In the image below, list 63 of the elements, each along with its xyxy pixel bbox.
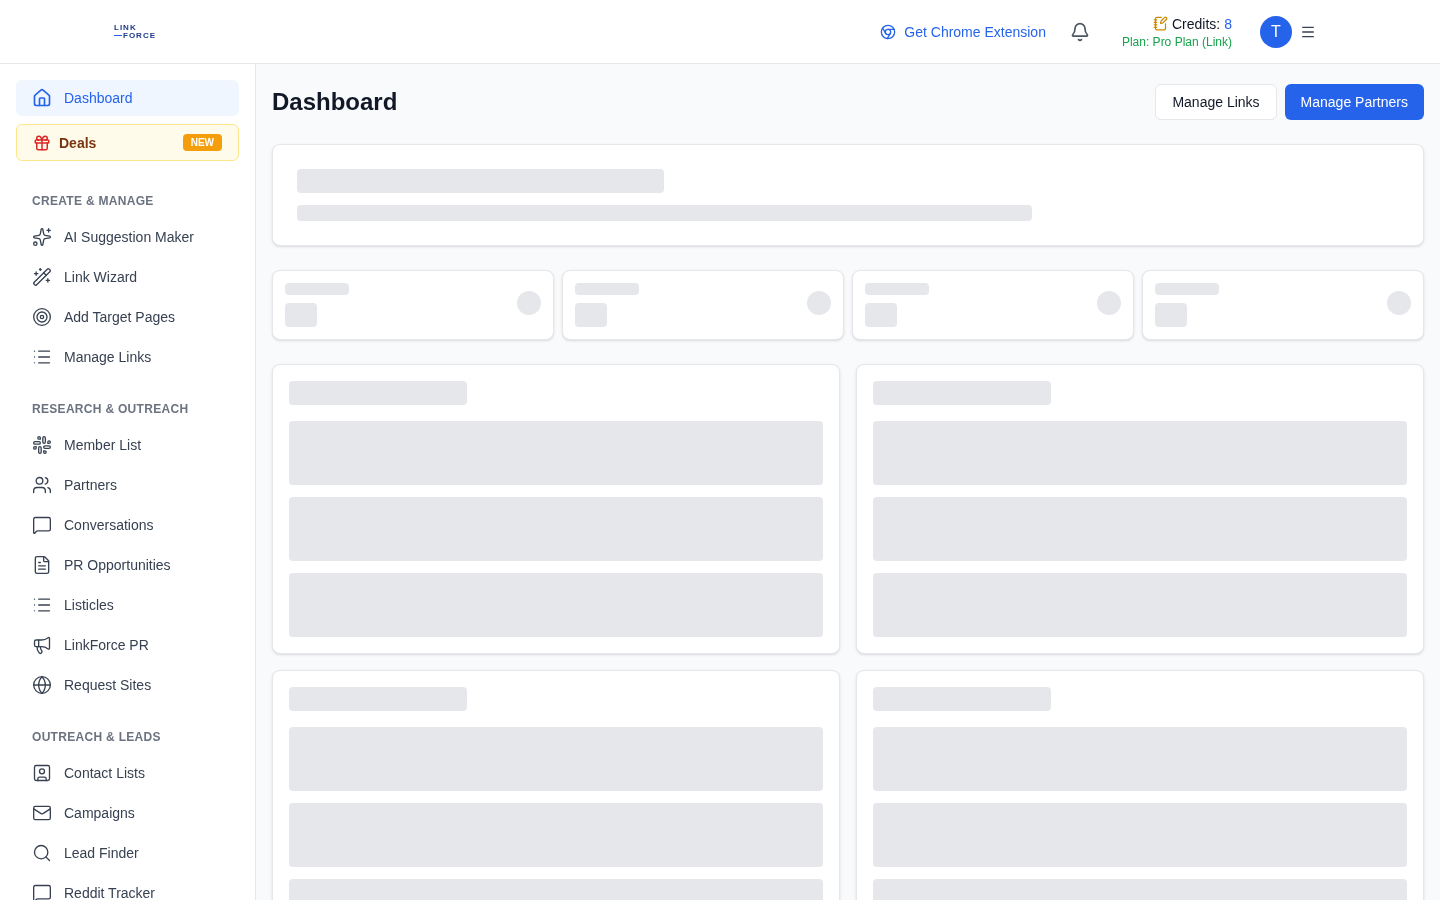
sparkles-icon <box>32 227 52 247</box>
loading-placeholder <box>865 303 897 327</box>
document-icon <box>32 555 52 575</box>
mail-icon <box>32 803 52 823</box>
loading-placeholder <box>285 303 317 327</box>
deals-label: Deals <box>59 133 97 153</box>
section-heading: OUTREACH & LEADS <box>31 729 162 745</box>
sidebar-item[interactable]: Manage Links <box>16 337 239 377</box>
magic-wand-icon <box>32 267 52 287</box>
page-title: Dashboard <box>272 87 398 117</box>
search-icon <box>32 843 52 863</box>
section-heading: RESEARCH & OUTREACH <box>31 401 190 417</box>
loading-placeholder <box>575 303 607 327</box>
megaphone-icon <box>32 635 52 655</box>
loading-placeholder <box>285 283 349 295</box>
chat-bubble-icon <box>32 515 52 535</box>
grid-dots-icon <box>32 435 52 455</box>
loading-placeholder <box>575 283 639 295</box>
logo-text: FORCE <box>123 31 156 40</box>
sidebar-item[interactable]: Campaigns <box>16 793 239 833</box>
home-icon <box>32 88 52 108</box>
notification-bell-icon[interactable] <box>1069 21 1090 42</box>
chat-bubble-icon <box>32 883 52 900</box>
user-avatar[interactable]: T <box>1260 15 1292 48</box>
new-badge: NEW <box>182 134 222 151</box>
credits-value: 8 <box>1224 14 1232 34</box>
chrome-icon <box>880 23 897 40</box>
sidebar-item[interactable]: Dashboard <box>16 80 239 116</box>
sidebar-item[interactable]: PR Opportunities <box>16 545 239 585</box>
deals-item[interactable]: Deals NEW <box>16 124 239 161</box>
sidebar-item[interactable]: Link Wizard <box>16 257 239 297</box>
plan-label: Plan: Pro Plan (Link) <box>1121 33 1232 50</box>
loading-placeholder <box>1155 283 1219 295</box>
sidebar-item[interactable]: Lead Finder <box>16 833 239 873</box>
sidebar-item[interactable]: Add Target Pages <box>16 297 239 337</box>
sidebar-item[interactable]: LinkForce PR <box>16 625 239 665</box>
target-icon <box>32 307 52 327</box>
users-icon <box>32 475 52 495</box>
loading-placeholder <box>1155 303 1187 327</box>
loading-placeholder <box>1387 291 1411 315</box>
sidebar-item[interactable]: Reddit Tracker <box>16 873 239 900</box>
sidebar-item[interactable]: AI Suggestion Maker <box>16 217 239 257</box>
secondary-button[interactable]: Manage Links <box>1155 84 1277 120</box>
contact-book-icon <box>32 763 52 783</box>
section-heading: CREATE & MANAGE <box>31 193 155 209</box>
sidebar-item[interactable]: Conversations <box>16 505 239 545</box>
sidebar-item[interactable]: Member List <box>16 425 239 465</box>
sidebar-item[interactable]: Contact Lists <box>16 753 239 793</box>
sidebar-item[interactable]: Request Sites <box>16 665 239 705</box>
notepad-icon <box>1152 16 1168 31</box>
logo[interactable]: LINK FORCE <box>114 23 156 40</box>
logo-text: LINK <box>114 23 138 32</box>
loading-placeholder <box>807 291 831 315</box>
gift-icon <box>33 133 51 152</box>
sidebar-item[interactable]: Partners <box>16 465 239 505</box>
loading-placeholder <box>865 283 929 295</box>
loading-placeholder <box>1097 291 1121 315</box>
loading-placeholder <box>517 291 541 315</box>
sidebar-item[interactable]: Listicles <box>16 585 239 625</box>
globe-icon <box>32 675 52 695</box>
primary-button[interactable]: Manage Partners <box>1284 84 1424 120</box>
chrome-extension-link[interactable]: Get Chrome Extension <box>880 21 1046 42</box>
credits-label: Credits: <box>1171 14 1221 34</box>
